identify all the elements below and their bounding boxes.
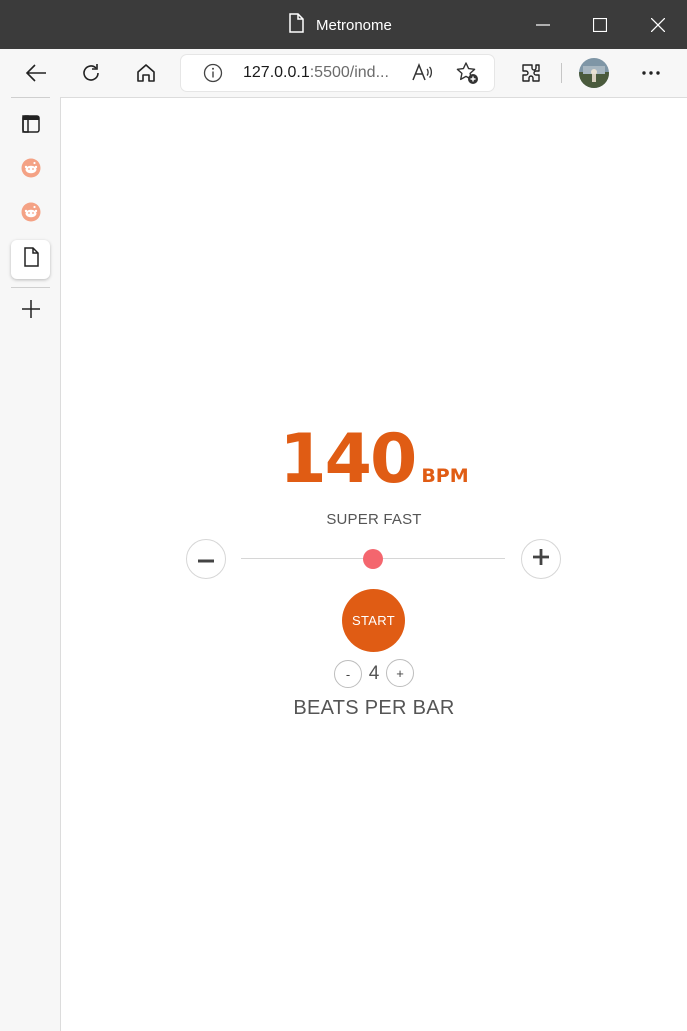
sidebar-top-border [11, 97, 50, 98]
tab-panel-icon [21, 115, 40, 138]
sidebar-tab-reddit-2[interactable] [11, 195, 50, 234]
tempo-name: SUPER FAST [326, 511, 422, 528]
tempo-slider-thumb[interactable] [363, 549, 383, 569]
sidebar-tab-metronome[interactable] [11, 240, 50, 279]
sidebar-divider [11, 287, 50, 288]
page-icon [288, 12, 304, 38]
new-tab-button[interactable] [11, 292, 50, 331]
maximize-button[interactable] [571, 0, 629, 49]
add-favorite-icon[interactable] [455, 61, 479, 90]
window-title: Metronome [316, 16, 392, 34]
address-bar[interactable]: 127.0.0.1:5500/ind... [181, 55, 494, 91]
window-titlebar: Metronome [0, 0, 687, 49]
info-icon[interactable] [203, 63, 223, 88]
tab-actions-menu[interactable] [11, 107, 50, 146]
url-text[interactable]: 127.0.0.1:5500/ind... [243, 64, 389, 82]
decrease-beats-button[interactable]: - [334, 660, 362, 688]
beats-per-bar-label: BEATS PER BAR [293, 697, 455, 719]
reddit-icon [21, 158, 41, 183]
increase-beats-button[interactable]: + [386, 659, 414, 687]
browser-toolbar: 127.0.0.1:5500/ind... [0, 49, 687, 98]
minimize-button[interactable] [514, 0, 572, 49]
bpm-value: 140 [279, 420, 417, 499]
decrease-bpm-button[interactable] [186, 539, 226, 579]
reddit-icon [21, 202, 41, 227]
profile-avatar[interactable] [576, 57, 612, 89]
toolbar-divider [561, 63, 562, 83]
plus-icon [533, 548, 549, 570]
metronome-app: 140 BPM SUPER FAST START - 4 + BEATS PER … [61, 98, 687, 1031]
beats-per-bar-value: 4 [368, 663, 380, 684]
plus-icon [21, 300, 40, 323]
bpm-display: 140 BPM [61, 420, 687, 499]
minus-icon [198, 550, 214, 568]
read-aloud-icon[interactable] [411, 62, 433, 89]
extensions-icon[interactable] [513, 57, 549, 89]
sidebar-tab-reddit-1[interactable] [11, 151, 50, 190]
window-title-wrap: Metronome [288, 12, 392, 38]
back-arrow-icon[interactable] [18, 57, 54, 89]
close-button[interactable] [629, 0, 687, 49]
vertical-tabs-sidebar [0, 97, 61, 1031]
increase-bpm-button[interactable] [521, 539, 561, 579]
home-icon[interactable] [128, 57, 164, 89]
start-button[interactable]: START [342, 589, 405, 652]
bpm-unit: BPM [421, 465, 469, 487]
url-host: 127.0.0.1 [243, 64, 310, 81]
beats-per-bar-control: - 4 + [332, 659, 416, 688]
url-path: :5500/ind... [309, 64, 389, 81]
page-icon [23, 247, 39, 272]
refresh-icon[interactable] [73, 57, 109, 89]
more-menu-icon[interactable] [633, 57, 669, 89]
